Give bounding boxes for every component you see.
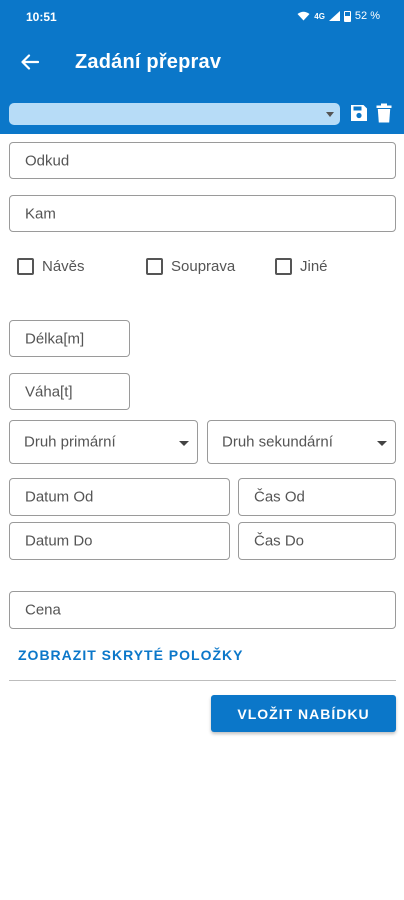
back-button[interactable] <box>16 48 44 76</box>
checkbox-navees[interactable]: Návěs <box>17 256 85 276</box>
time-from-label: Čas Od <box>254 488 305 506</box>
date-from-label: Datum Od <box>25 488 94 506</box>
checkbox-box <box>17 257 34 275</box>
date-from-field[interactable]: Datum Od <box>9 478 230 516</box>
checkbox-box <box>146 257 163 275</box>
chevron-down-icon <box>179 441 189 446</box>
date-to-field[interactable]: Datum Do <box>9 522 230 560</box>
app-bar: Zadání přeprav <box>0 34 404 94</box>
checkbox-label: Návěs <box>42 257 85 275</box>
trash-icon <box>376 103 392 123</box>
date-to-label: Datum Do <box>25 532 93 550</box>
secondary-type-label: Druh sekundární <box>222 433 333 451</box>
secondary-type-dropdown[interactable]: Druh sekundární <box>207 420 396 464</box>
price-field-label: Cena <box>25 601 61 619</box>
to-field-label: Kam <box>25 205 56 222</box>
length-field-label: Délka[m] <box>25 330 85 347</box>
template-toolbar <box>0 94 404 134</box>
checkbox-box <box>275 257 292 275</box>
submit-offer-button[interactable]: VLOŽIT NABÍDKU <box>211 695 396 732</box>
primary-type-dropdown[interactable]: Druh primární <box>9 420 198 464</box>
battery-percent: 52 % <box>354 10 380 22</box>
time-to-field[interactable]: Čas Do <box>238 522 396 560</box>
checkbox-souprava[interactable]: Souprava <box>146 256 235 276</box>
template-select[interactable] <box>9 103 340 125</box>
chevron-down-icon <box>377 441 387 446</box>
status-icons: 4G 52 % <box>297 10 380 22</box>
signal-icon <box>328 11 340 21</box>
status-time: 10:51 <box>26 10 57 24</box>
delete-button[interactable] <box>376 103 392 123</box>
to-field[interactable]: Kam <box>9 195 396 232</box>
weight-field[interactable]: Váha[t] <box>9 373 130 410</box>
length-field[interactable]: Délka[m] <box>9 320 130 357</box>
wifi-icon <box>297 11 310 21</box>
time-to-label: Čas Do <box>254 532 305 550</box>
arrow-left-icon <box>21 54 39 70</box>
from-field-label: Odkud <box>25 152 70 169</box>
chevron-down-icon <box>326 112 334 117</box>
checkbox-jine[interactable]: Jiné <box>275 256 328 276</box>
save-button[interactable] <box>350 104 368 122</box>
show-hidden-items-link[interactable]: ZOBRAZIT SKRYTÉ POLOŽKY <box>18 647 243 663</box>
from-field[interactable]: Odkud <box>9 142 396 179</box>
status-bar: 10:51 4G 52 % <box>0 0 404 34</box>
floppy-disk-icon <box>351 105 367 121</box>
weight-field-label: Váha[t] <box>25 383 73 400</box>
checkbox-label: Souprava <box>171 257 236 275</box>
price-field[interactable]: Cena <box>9 591 396 629</box>
page-title: Zadání přeprav <box>75 51 222 73</box>
divider <box>9 680 396 681</box>
checkbox-label: Jiné <box>300 257 328 275</box>
time-from-field[interactable]: Čas Od <box>238 478 396 516</box>
battery-icon <box>343 10 351 22</box>
primary-type-label: Druh primární <box>24 433 116 451</box>
network-label: 4G <box>314 11 325 21</box>
